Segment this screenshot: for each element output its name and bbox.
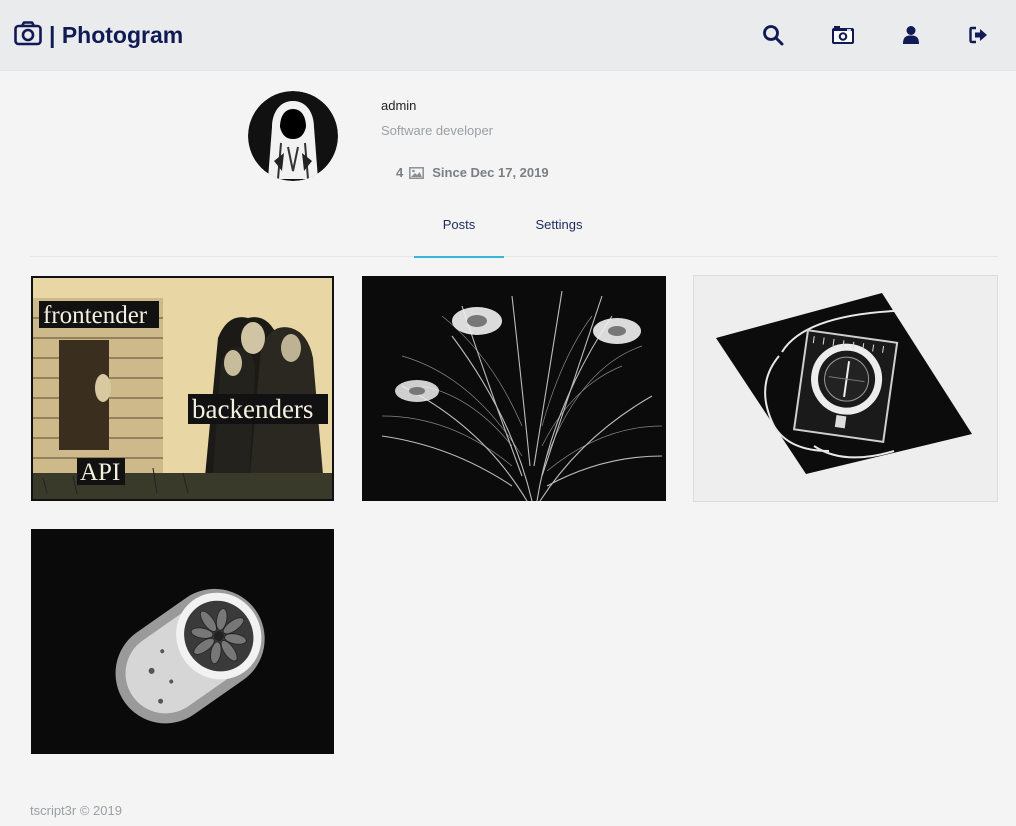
post-count: 4 — [396, 165, 404, 180]
footer-copyright: tscript3r © 2019 — [30, 803, 122, 818]
brand[interactable]: | Photogram — [14, 20, 183, 51]
profile-stats: 4 Since Dec 17, 2019 — [396, 165, 549, 180]
camera-icon — [14, 20, 42, 51]
meme-label-backenders: backenders — [192, 394, 313, 424]
post-image-compass — [694, 276, 997, 501]
top-navbar: | Photogram — [0, 0, 1016, 71]
tabs-divider — [30, 256, 998, 257]
post-image-frontender-backenders: frontender backenders API — [33, 278, 332, 499]
logout-icon[interactable] — [966, 22, 992, 48]
post-thumbnail-4[interactable] — [31, 529, 334, 754]
tab-settings-label: Settings — [535, 217, 583, 232]
post-thumbnail-2[interactable] — [362, 276, 666, 501]
avatar — [248, 91, 338, 181]
tab-posts-label: Posts — [442, 217, 476, 232]
profile-bio: Software developer — [381, 123, 494, 138]
search-icon[interactable] — [760, 22, 786, 48]
member-since: Since Dec 17, 2019 — [432, 165, 549, 180]
post-thumbnail-1[interactable]: frontender backenders API — [31, 276, 334, 501]
tab-settings[interactable]: Settings — [514, 216, 604, 256]
image-icon — [409, 166, 425, 179]
app-title: | Photogram — [49, 22, 184, 48]
meme-label-frontender: frontender — [43, 302, 148, 329]
post-image-xray — [31, 529, 334, 754]
tab-posts[interactable]: Posts — [414, 216, 504, 258]
photo-camera-icon[interactable] — [830, 22, 856, 48]
profile-username: admin — [381, 98, 417, 113]
user-icon[interactable] — [898, 22, 924, 48]
post-image-feathers — [362, 276, 666, 501]
post-thumbnail-3[interactable] — [693, 275, 998, 502]
meme-label-api: API — [80, 459, 120, 486]
